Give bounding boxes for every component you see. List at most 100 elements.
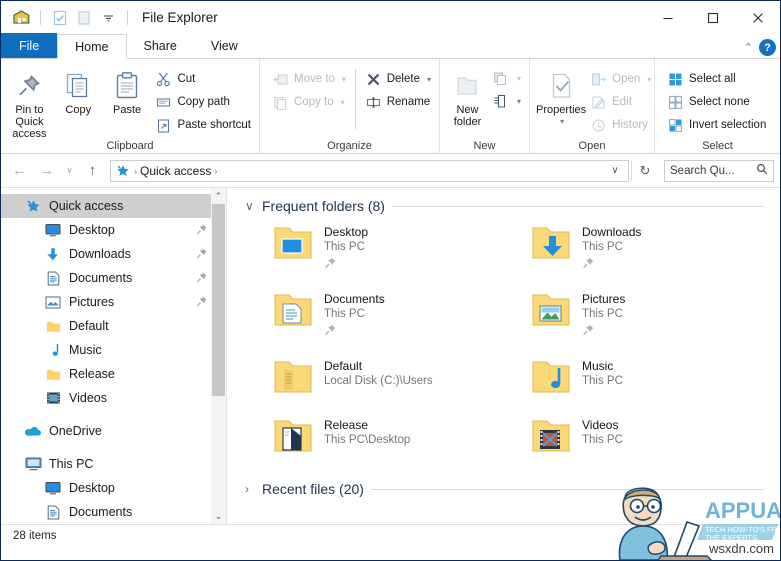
folder-tile-downloads[interactable]: Downloads This PC (503, 222, 780, 274)
customize-qat-icon[interactable] (97, 7, 119, 29)
sidebar-item-default[interactable]: Default (1, 314, 226, 338)
pin-to-quick-access-button[interactable]: Pin to Quick access (5, 63, 54, 140)
easy-access-caret-icon[interactable]: ▾ (517, 97, 521, 106)
back-button[interactable]: ← (7, 158, 32, 183)
sidebar-item-this-pc-desktop[interactable]: Desktop (1, 476, 226, 500)
search-input[interactable]: Search Qu... (664, 159, 774, 182)
sidebar-item-this-pc[interactable]: This PC (1, 452, 226, 476)
sidebar-item-videos[interactable]: Videos (1, 386, 226, 410)
pin-icon[interactable] (196, 271, 208, 286)
folder-music-icon (529, 356, 573, 400)
invert-selection-button[interactable]: Invert selection (663, 114, 770, 136)
folder-tile-release[interactable]: Release This PC\Desktop (245, 415, 503, 459)
folder-tile-default[interactable]: Default Local Disk (C:)\Users (245, 356, 503, 400)
open-button[interactable]: Open ▾ (586, 68, 655, 90)
sidebar-item-quick-access[interactable]: Quick access (1, 194, 226, 218)
sidebar-item-desktop[interactable]: Desktop (1, 218, 226, 242)
pin-icon[interactable] (582, 256, 641, 274)
properties-qat-icon[interactable] (49, 7, 71, 29)
pin-icon[interactable] (196, 247, 208, 262)
copy-to-button[interactable]: Copy to ▾ (268, 91, 350, 113)
sidebar-item-onedrive[interactable]: OneDrive (1, 419, 226, 443)
cut-button[interactable]: Cut (151, 68, 255, 90)
search-icon[interactable] (756, 163, 768, 178)
copy-to-caret-icon[interactable]: ▾ (341, 98, 345, 107)
open-caret-icon[interactable]: ▾ (647, 75, 651, 84)
sidebar-item-documents[interactable]: Documents (1, 266, 226, 290)
folder-tile-pictures[interactable]: Pictures This PC (503, 289, 780, 341)
pin-icon[interactable] (582, 323, 625, 341)
organize-col-a: Move to ▾ Copy to ▾ (268, 63, 350, 113)
help-button[interactable]: ? (759, 39, 776, 56)
breadcrumb-item-quick-access[interactable]: Quick access (140, 164, 211, 178)
folder-tile-music[interactable]: Music This PC (503, 356, 780, 400)
scrollbar-track[interactable] (211, 204, 226, 508)
paste-button[interactable]: Paste (103, 63, 152, 116)
folder-tile-meta: Documents This PC (324, 289, 385, 341)
breadcrumb-sep-1[interactable]: › (214, 166, 217, 176)
folder-tile-desktop[interactable]: Desktop This PC (245, 222, 503, 274)
copy-path-button[interactable]: Copy path (151, 91, 255, 113)
pin-icon[interactable] (196, 223, 208, 238)
recent-files-header[interactable]: › Recent files (20) (245, 481, 780, 497)
item-count-label: 28 items (13, 530, 57, 542)
tab-home[interactable]: Home (57, 34, 127, 59)
chevron-down-icon[interactable]: ∨ (245, 199, 255, 213)
sidebar-item-downloads[interactable]: Downloads (1, 242, 226, 266)
properties-button[interactable]: Properties ▾ (536, 63, 586, 128)
move-to-caret-icon[interactable]: ▾ (342, 75, 346, 84)
history-button[interactable]: History (586, 114, 655, 136)
collapse-ribbon-icon[interactable]: ⌃ (744, 41, 753, 54)
ribbon-group-label-new: New (473, 140, 496, 152)
tab-share[interactable]: Share (126, 33, 194, 58)
folder-tile-videos[interactable]: Videos This PC (503, 415, 780, 459)
sidebar-item-pictures[interactable]: Pictures (1, 290, 226, 314)
pin-icon[interactable] (324, 323, 385, 341)
rename-button[interactable]: Rename (361, 91, 435, 113)
copy-button[interactable]: Copy (54, 63, 103, 116)
up-button[interactable]: ↑ (80, 158, 105, 183)
maximize-button[interactable] (690, 1, 735, 34)
select-none-button[interactable]: Select none (663, 91, 770, 113)
chevron-right-icon[interactable]: › (245, 482, 255, 496)
tab-view[interactable]: View (193, 33, 255, 58)
edit-label: Edit (612, 96, 632, 108)
navigation-pane: Quick access Desktop Downloads Documents… (1, 188, 226, 524)
new-folder-button[interactable]: New folder (446, 63, 489, 128)
explorer-icon[interactable] (10, 7, 32, 29)
scroll-up-icon[interactable]: ⌃ (211, 188, 226, 204)
folder-tile-documents[interactable]: Documents This PC (245, 289, 503, 341)
close-button[interactable] (735, 1, 780, 34)
file-list-pane[interactable]: ∨ Frequent folders (8) Desktop This PC D… (227, 188, 780, 524)
sidebar-item-this-pc-documents[interactable]: Documents (1, 500, 226, 524)
move-to-button[interactable]: Move to ▾ (268, 68, 350, 90)
scrollbar-thumb[interactable] (212, 204, 225, 396)
new-item-button[interactable]: ▾ (489, 67, 525, 89)
refresh-button[interactable]: ↻ (634, 163, 656, 179)
address-dropdown-icon[interactable]: ∨ (606, 165, 624, 176)
delete-caret-icon[interactable]: ▾ (427, 75, 431, 84)
edit-button[interactable]: Edit (586, 91, 655, 113)
tab-file[interactable]: File (1, 33, 58, 58)
navigation-pane-scrollbar[interactable]: ⌃ ⌄ (211, 188, 226, 524)
sidebar-item-music[interactable]: Music (1, 338, 226, 362)
properties-caret-icon[interactable]: ▾ (560, 116, 564, 128)
sidebar-item-release[interactable]: Release (1, 362, 226, 386)
forward-button[interactable]: → (34, 158, 59, 183)
select-all-button[interactable]: Select all (663, 68, 770, 90)
folder-path: This PC (324, 308, 365, 320)
paste-shortcut-button[interactable]: Paste shortcut (151, 114, 255, 136)
pin-icon[interactable] (196, 295, 208, 310)
new-item-caret-icon[interactable]: ▾ (517, 74, 521, 83)
breadcrumb[interactable]: › Quick access › ∨ (110, 159, 629, 182)
recent-locations-button[interactable]: ∨ (61, 158, 78, 183)
easy-access-button[interactable]: ▾ (489, 90, 525, 112)
delete-button[interactable]: Delete ▾ (361, 68, 435, 90)
minimize-button[interactable] (645, 1, 690, 34)
new-folder-label-line2: folder (453, 116, 482, 128)
sidebar-label: Documents (69, 271, 133, 285)
new-folder-qat-icon[interactable] (73, 7, 95, 29)
frequent-folders-header[interactable]: ∨ Frequent folders (8) (245, 198, 780, 214)
pin-icon[interactable] (324, 256, 368, 274)
scroll-down-icon[interactable]: ⌄ (211, 508, 226, 524)
